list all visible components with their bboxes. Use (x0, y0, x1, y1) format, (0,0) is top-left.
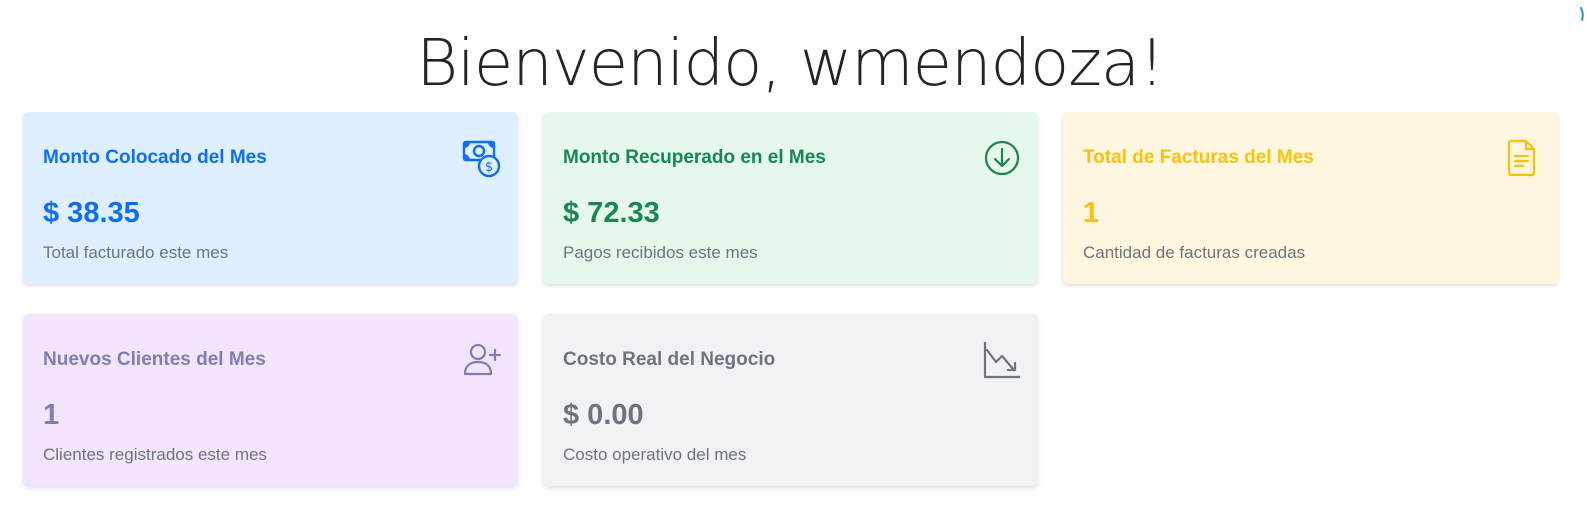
stat-card-total-facturas[interactable]: Total de Facturas del Mes 1 Cantidad de … (1063, 112, 1558, 284)
card-description: Cantidad de facturas creadas (1083, 243, 1306, 262)
cash-coin-icon: $ (462, 138, 502, 178)
person-plus-icon (462, 340, 502, 380)
card-value: $ 72.33 (563, 197, 660, 229)
card-title: Monto Colocado del Mes (43, 147, 267, 168)
svg-text:$: $ (485, 160, 493, 175)
card-value: $ 38.35 (43, 197, 140, 229)
file-text-icon (1502, 138, 1542, 178)
card-title: Nuevos Clientes del Mes (43, 349, 266, 370)
card-value: 1 (1083, 197, 1100, 229)
dashboard-page: Bienvenido, wmendoza! Monto Colocado del… (0, 0, 1587, 520)
loading-spinner-icon (1575, 6, 1585, 28)
welcome-heading: Bienvenido, wmendoza! (416, 27, 1165, 101)
stat-card-monto-colocado[interactable]: Monto Colocado del Mes $ $ 38.35 Total f… (23, 112, 518, 284)
card-title: Total de Facturas del Mes (1083, 147, 1314, 168)
card-description: Costo operativo del mes (563, 445, 747, 464)
card-title: Costo Real del Negocio (563, 349, 776, 370)
card-description: Total facturado este mes (43, 243, 229, 262)
card-description: Clientes registrados este mes (43, 445, 267, 464)
card-description: Pagos recibidos este mes (563, 243, 758, 262)
card-title: Monto Recuperado en el Mes (563, 147, 826, 168)
card-value: 1 (43, 399, 60, 431)
graph-down-icon (982, 340, 1022, 380)
stat-card-costo-real[interactable]: Costo Real del Negocio $ 0.00 Costo oper… (543, 314, 1038, 486)
card-value: $ 0.00 (563, 399, 644, 431)
arrow-down-circle-icon (982, 138, 1022, 178)
stat-card-monto-recuperado[interactable]: Monto Recuperado en el Mes $ 72.33 Pagos… (543, 112, 1038, 284)
stat-card-nuevos-clientes[interactable]: Nuevos Clientes del Mes 1 Clientes regis… (23, 314, 518, 486)
